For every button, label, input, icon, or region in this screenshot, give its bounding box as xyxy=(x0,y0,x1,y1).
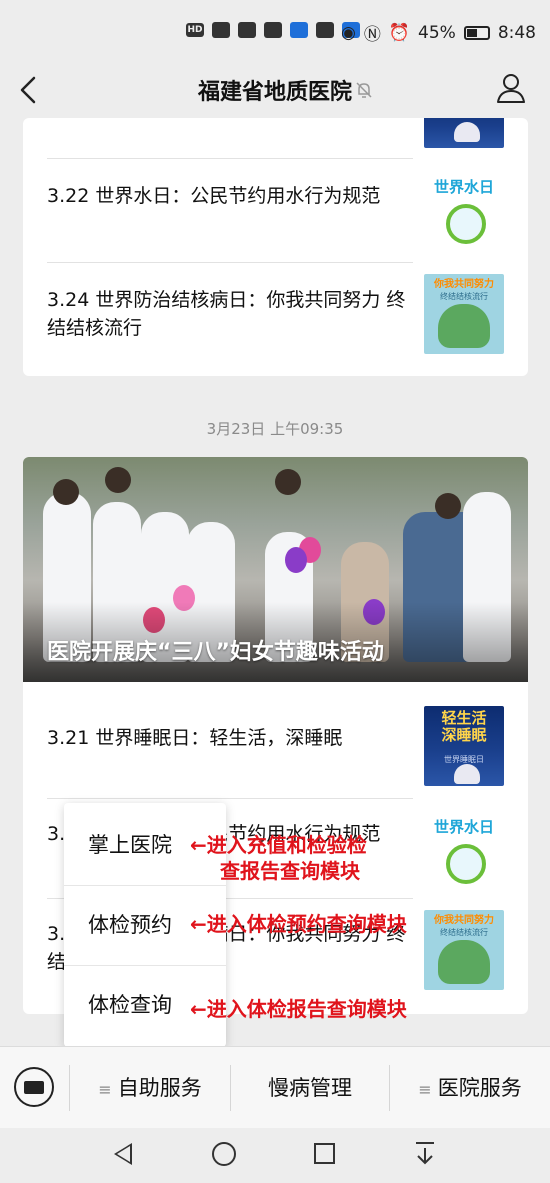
annotation-checkup-booking: ←进入体检预约查询模块 xyxy=(190,912,407,936)
eye-icon: ◉ xyxy=(341,22,356,43)
menu-lines-icon: ≡ xyxy=(98,1080,112,1099)
thumb-text: 终结结核流行 xyxy=(440,928,488,937)
thumb-text-line: 轻生活 xyxy=(441,709,487,727)
article-thumbnail: 轻生活 深睡眠 世界睡眠日 xyxy=(424,706,504,786)
keyboard-toggle-button[interactable] xyxy=(14,1067,54,1107)
list-item[interactable]: 3.22 世界水日：公民节约用水行为规范 世界水日 xyxy=(23,158,528,262)
menu-self-service[interactable]: ≡ 自助服务 xyxy=(70,1047,230,1129)
signal-icon xyxy=(212,22,230,38)
system-nav-bar xyxy=(0,1128,550,1183)
keyboard-icon xyxy=(24,1081,44,1094)
article-card: 3.22 世界水日：公民节约用水行为规范 世界水日 3.24 世界防治结核病日：… xyxy=(23,118,528,376)
annotation-line: ←进入充值和检验检 xyxy=(190,833,367,857)
list-item[interactable]: 3.21 世界睡眠日：轻生活，深睡眠 轻生活 深睡眠 世界睡眠日 xyxy=(23,682,528,792)
status-icons: HD xyxy=(186,22,360,38)
bird-icon xyxy=(290,22,308,38)
article-thumbnail xyxy=(424,118,504,148)
balloon-shape xyxy=(285,547,307,573)
lungs-icon xyxy=(438,304,490,348)
battery-icon xyxy=(463,25,490,40)
article-thumbnail: 世界水日 xyxy=(424,810,504,890)
recent-apps-square-icon[interactable] xyxy=(314,1143,335,1164)
page-title: 福建省地质医院 xyxy=(197,80,352,105)
cover-image[interactable]: 医院开展庆“三八”妇女节趣味活动 xyxy=(23,457,528,682)
menu-label: 医院服务 xyxy=(437,1076,522,1100)
thumb-text: 世界水日 xyxy=(433,178,494,196)
hd-icon: HD xyxy=(186,23,204,37)
cover-figure xyxy=(435,493,461,519)
article-title: 3.24 世界防治结核病日：你我共同努力 终结结核流行 xyxy=(47,289,406,339)
menu-label: 自助服务 xyxy=(117,1076,202,1100)
thumb-text-line: 深睡眠 xyxy=(441,726,487,744)
list-item[interactable]: 3.24 世界防治结核病日：你我共同努力 终结结核流行 你我共同努力 终结结核流… xyxy=(23,262,528,366)
cover-figure xyxy=(275,469,301,495)
official-account-menu: ≡ 自助服务 慢病管理 ≡ 医院服务 xyxy=(0,1046,550,1128)
thumb-text: 终结结核流行 xyxy=(440,292,488,301)
thumb-text: 你我共同努力 xyxy=(434,279,494,290)
qq-icon xyxy=(264,22,282,38)
message-timestamp: 3月23日 上午09:35 xyxy=(206,420,344,438)
list-item[interactable] xyxy=(23,118,528,148)
nav-bar: 福建省地质医院 xyxy=(0,62,550,118)
profile-button[interactable] xyxy=(496,72,526,104)
lungs-icon xyxy=(438,940,490,984)
menu-label: 慢病管理 xyxy=(268,1076,352,1100)
battery-percent: 45% xyxy=(418,22,456,43)
annotation-checkup-query: ←进入体检报告查询模块 xyxy=(190,997,407,1021)
app-icon xyxy=(238,22,256,38)
menu-hospital-service[interactable]: ≡ 医院服务 xyxy=(390,1047,550,1129)
article-thumbnail: 世界水日 xyxy=(424,170,504,250)
article-title: 3.22 世界水日：公民节约用水行为规范 xyxy=(47,185,381,207)
water-drop-icon xyxy=(446,204,486,244)
moon-icon xyxy=(454,764,480,784)
thumb-text: 轻生活 深睡眠 xyxy=(428,710,500,744)
menu-chronic-disease[interactable]: 慢病管理 xyxy=(231,1047,389,1129)
article-thumbnail: 你我共同努力 终结结核流行 xyxy=(424,910,504,990)
alarm-icon: ⏰ xyxy=(388,22,411,43)
annotation-mobile-hospital: ←进入充值和检验检 查报告查询模块 xyxy=(190,832,367,884)
home-circle-icon[interactable] xyxy=(212,1142,236,1166)
moon-icon xyxy=(454,122,480,142)
back-triangle-icon[interactable] xyxy=(114,1143,132,1165)
menu-lines-icon: ≡ xyxy=(418,1080,432,1099)
cover-figure xyxy=(105,467,131,493)
chat-icon xyxy=(316,22,334,38)
nfc-icon: Ⓝ xyxy=(363,25,381,45)
article-title: 3.21 世界睡眠日：轻生活，深睡眠 xyxy=(47,727,343,749)
article-thumbnail: 你我共同努力 终结结核流行 xyxy=(424,274,504,354)
water-drop-icon xyxy=(446,844,486,884)
user-icon xyxy=(497,74,525,103)
status-right: ◉ Ⓝ ⏰ 45% 8:48 xyxy=(341,20,536,46)
thumb-text: 世界水日 xyxy=(433,818,494,836)
mute-bell-icon xyxy=(354,80,374,100)
cover-title: 医院开展庆“三八”妇女节趣味活动 xyxy=(47,640,384,665)
annotation-line: 查报告查询模块 xyxy=(220,859,360,883)
cover-figure xyxy=(53,479,79,505)
notification-down-icon[interactable] xyxy=(414,1140,436,1168)
status-bar: HD ◉ Ⓝ ⏰ 45% 8:48 xyxy=(0,0,550,62)
clock: 8:48 xyxy=(497,22,536,43)
thumb-text: 你我共同努力 xyxy=(434,915,494,926)
